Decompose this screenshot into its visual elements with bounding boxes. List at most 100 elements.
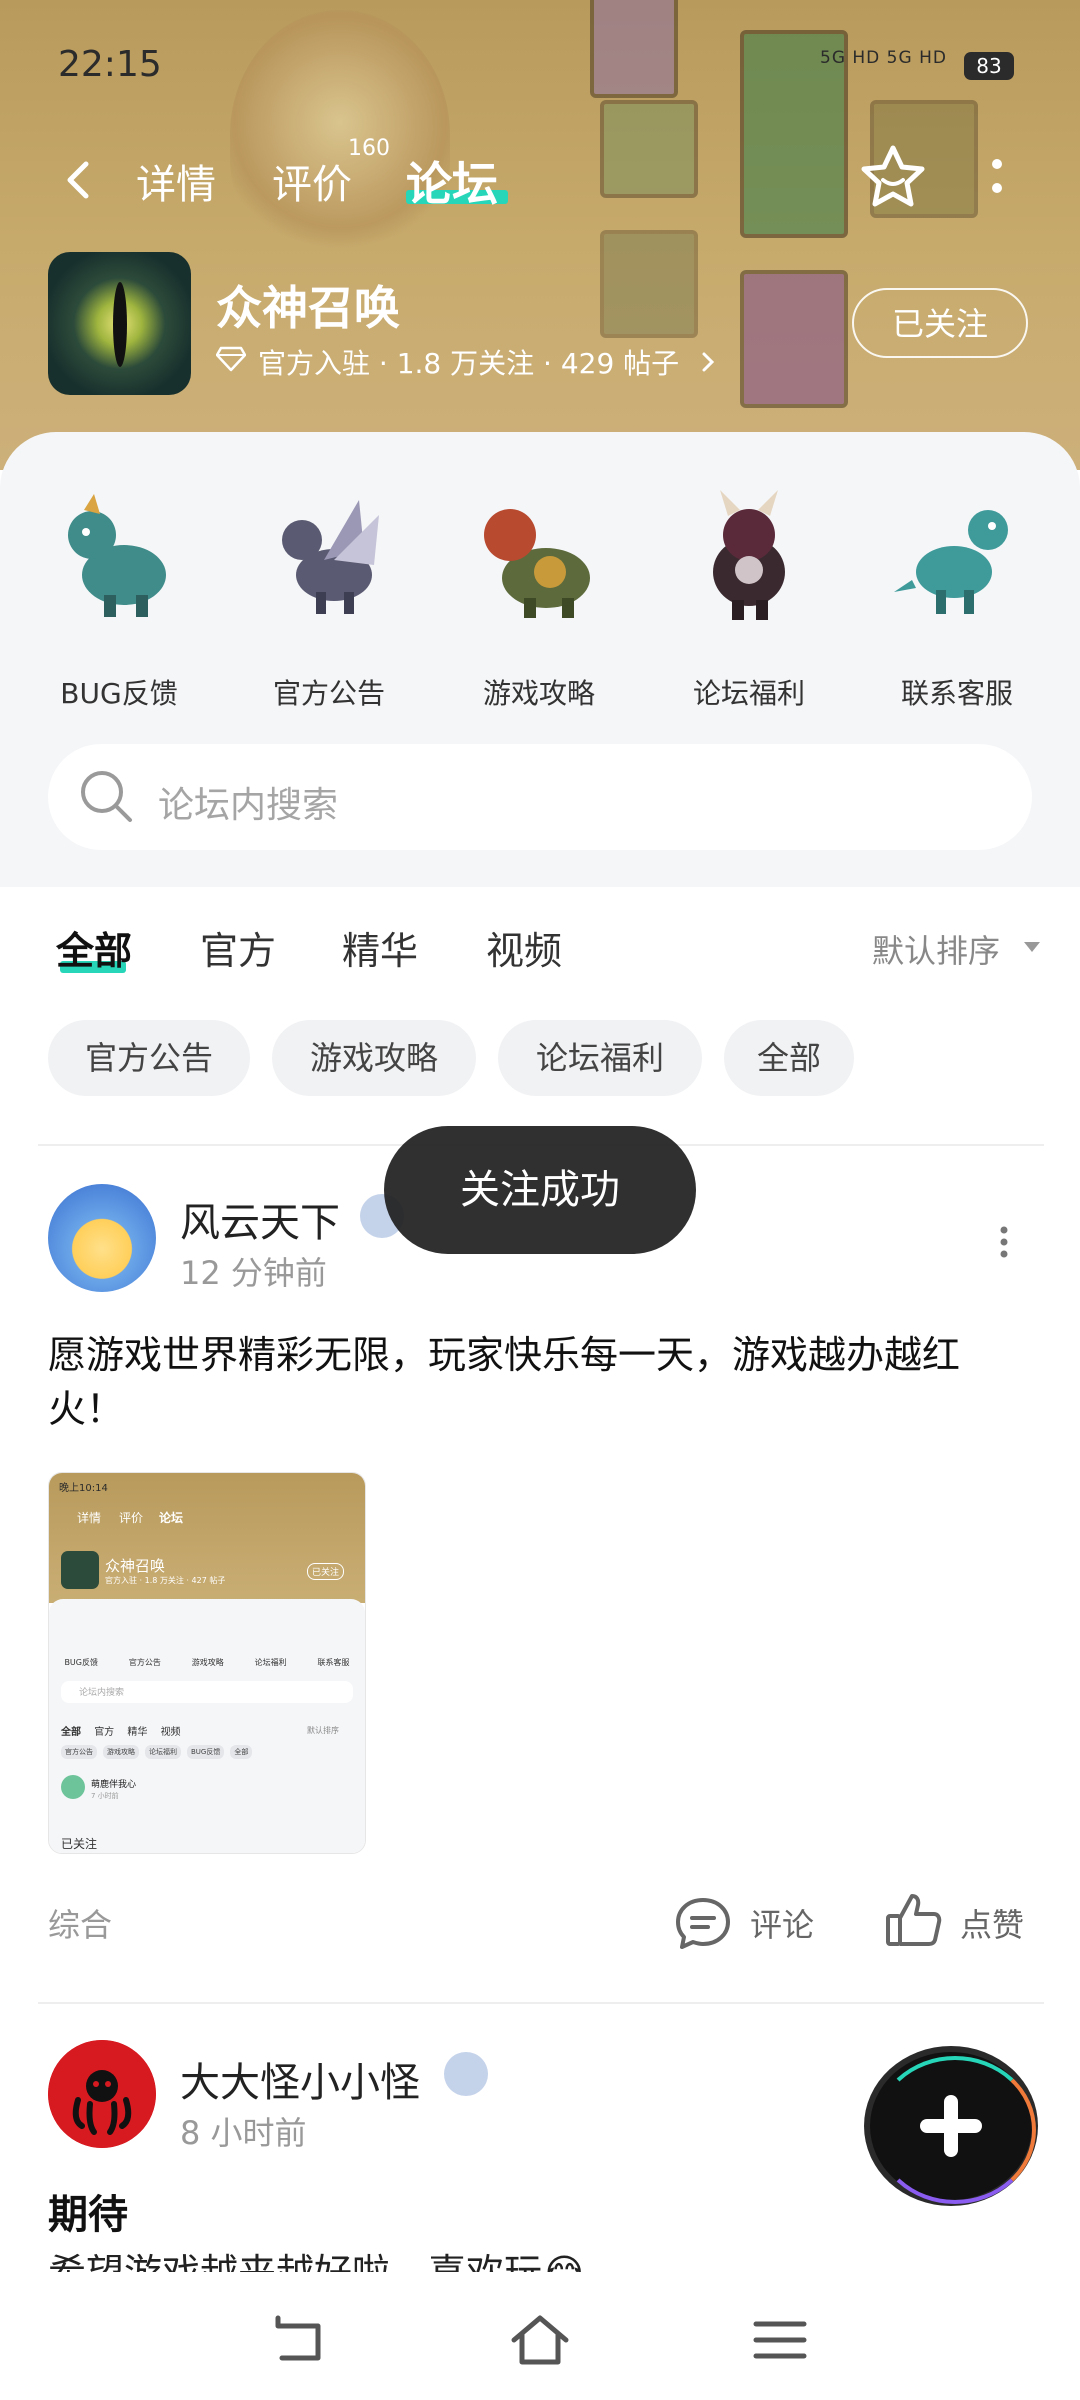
thumbnail-footer: 已关注 <box>61 1837 98 1851</box>
thumbnail-chip: 游戏攻略 <box>103 1745 139 1759</box>
thumbs-up-icon[interactable] <box>884 1890 944 1950</box>
battery-indicator: 83 <box>964 52 1014 80</box>
dragon-welfare-icon <box>713 490 785 620</box>
thumbnail-app-name: 众神召唤 <box>105 1557 166 1575</box>
post-more-icon[interactable] <box>1000 1226 1008 1258</box>
avatar[interactable] <box>48 1184 156 1292</box>
filter-tab-official[interactable]: 官方 <box>200 920 276 975</box>
network-status: 5G HD 5G HD <box>820 48 947 68</box>
back-arrow-icon[interactable] <box>58 150 98 210</box>
thumbnail-post-time: 7 小时前 <box>91 1792 119 1800</box>
avatar[interactable] <box>48 2040 156 2148</box>
chevron-right-icon <box>702 352 715 372</box>
dragon-service-icon <box>894 510 1008 614</box>
header-banner <box>0 0 1080 470</box>
app-name: 众神召唤 <box>216 281 400 335</box>
follow-button[interactable]: 已关注 <box>852 288 1028 358</box>
post-title[interactable]: 期待 <box>48 2182 128 2240</box>
thumbnail-follow: 已关注 <box>307 1563 345 1580</box>
comment-button[interactable]: 评论 <box>750 1900 814 1946</box>
banner-art <box>600 230 698 338</box>
thumbnail-filter-tab: 视频 <box>160 1727 181 1738</box>
filter-tab-featured[interactable]: 精华 <box>342 920 418 975</box>
filter-tab-all[interactable]: 全部 <box>56 920 132 975</box>
thumbnail-status-time: 晚上10:14 <box>59 1483 108 1494</box>
category-forum-welfare[interactable]: 论坛福利 <box>664 480 834 712</box>
post-body[interactable]: 愿游戏世界精彩无限，玩家快乐每一天，游戏越办越红火！ <box>48 1328 1028 1436</box>
filter-tab-video[interactable]: 视频 <box>486 920 562 975</box>
thumbnail-meta: 官方入驻 · 1.8 万关注 · 427 帖子 <box>105 1576 226 1585</box>
category-contact-service[interactable]: 联系客服 <box>872 480 1042 712</box>
post-category[interactable]: 综合 <box>48 1900 112 1946</box>
tab-review[interactable]: 评价 <box>272 152 352 212</box>
post-time: 12 分钟前 <box>180 1254 327 1292</box>
chip-forum-welfare[interactable]: 论坛福利 <box>498 1020 702 1096</box>
thumbnail-chip: 官方公告 <box>61 1745 97 1759</box>
back-icon[interactable] <box>270 2310 330 2370</box>
thumbnail-app-icon <box>61 1551 99 1589</box>
post-author[interactable]: 大大怪小小怪 <box>180 2050 420 2108</box>
thumbnail-search: 论坛内搜索 <box>61 1681 353 1703</box>
banner-art <box>600 100 698 198</box>
app-meta[interactable]: 官方入驻 · 1.8 万关注 · 429 帖子 <box>258 342 679 382</box>
thumbnail-post-author: 萌鹿伴我心 <box>91 1780 137 1790</box>
dragon-bug-icon <box>68 494 166 617</box>
search-icon <box>81 771 132 822</box>
thumbnail-search-text: 论坛内搜索 <box>79 1688 125 1698</box>
banner-hero-art <box>230 10 450 260</box>
search-input[interactable]: 论坛内搜索 <box>158 776 338 828</box>
thumbnail-tab-forum: 论坛 <box>159 1511 184 1525</box>
caret-down-icon <box>1024 942 1040 952</box>
toast-message: 关注成功 <box>384 1126 696 1254</box>
category-label: 官方公告 <box>272 677 385 710</box>
banner-art <box>590 0 678 98</box>
thumbnail-tab-detail: 详情 <box>77 1511 102 1525</box>
sort-dropdown[interactable]: 默认排序 <box>872 926 1000 972</box>
post-time: 8 小时前 <box>180 2114 307 2152</box>
menu-icon[interactable] <box>750 2310 810 2370</box>
review-count: 160 <box>348 136 390 161</box>
post-image-thumbnail[interactable]: 晚上10:14 详情 评价 论坛 官方入驻 · 1.8 万关注 · 427 帖子… <box>48 1472 366 1854</box>
category-label: 论坛福利 <box>692 677 805 710</box>
thumbnail-filter-tab: 官方 <box>94 1727 115 1738</box>
category-label: BUG反馈 <box>60 677 178 710</box>
level-badge-icon <box>444 2052 488 2096</box>
thumbnail-filter-tabs: 全部 官方 精华 视频 <box>61 1723 181 1738</box>
category-bug-feedback[interactable]: BUG反馈 <box>34 480 204 712</box>
tab-detail[interactable]: 详情 <box>136 152 216 212</box>
thumbnail-chips: 官方公告 游戏攻略 论坛福利 BUG反馈 全部 <box>61 1745 361 1759</box>
plus-icon <box>944 2095 958 2157</box>
more-menu-icon[interactable] <box>990 152 1004 202</box>
chip-all[interactable]: 全部 <box>724 1020 854 1096</box>
create-post-button[interactable] <box>870 2052 1036 2204</box>
post-author[interactable]: 风云天下 <box>180 1190 340 1248</box>
like-button[interactable]: 点赞 <box>960 1900 1024 1946</box>
thumbnail-avatar <box>61 1775 85 1799</box>
thumbnail-chip: 全部 <box>230 1745 253 1759</box>
thumbnail-category: 论坛福利 <box>254 1658 287 1667</box>
chip-game-guide[interactable]: 游戏攻略 <box>272 1020 476 1096</box>
status-time: 22:15 <box>58 44 162 85</box>
tab-forum[interactable]: 论坛 <box>406 148 498 211</box>
app-icon <box>48 252 191 395</box>
post-body[interactable]: 希望游戏越来越好啦，喜欢玩😂 <box>48 2246 1028 2272</box>
category-game-guide[interactable]: 游戏攻略 <box>454 480 624 712</box>
thumbnail-chip: BUG反馈 <box>187 1745 225 1759</box>
comment-icon[interactable] <box>672 1894 734 1952</box>
category-label: 游戏攻略 <box>482 677 595 710</box>
category-official-notice[interactable]: 官方公告 <box>244 480 414 712</box>
banner-art <box>740 270 848 408</box>
category-label: 联系客服 <box>900 677 1013 710</box>
thumbnail-categories: BUG反馈 官方公告 游戏攻略 论坛福利 联系客服 <box>49 1657 365 1668</box>
diamond-icon <box>216 346 246 372</box>
home-icon[interactable] <box>510 2310 570 2370</box>
thumbnail-category: BUG反馈 <box>64 1658 98 1667</box>
thumbnail-category: 游戏攻略 <box>191 1658 224 1667</box>
thumbnail-sheet: BUG反馈 官方公告 游戏攻略 论坛福利 联系客服 论坛内搜索 全部 官方 精华… <box>49 1599 365 1853</box>
star-favorite-icon[interactable] <box>858 142 928 212</box>
thumbnail-category: 官方公告 <box>128 1658 161 1667</box>
thumbnail-category: 联系客服 <box>317 1658 350 1667</box>
chip-official-notice[interactable]: 官方公告 <box>48 1020 250 1096</box>
dragon-notice-icon <box>282 500 379 614</box>
thumbnail-filter-tab: 精华 <box>127 1727 148 1738</box>
